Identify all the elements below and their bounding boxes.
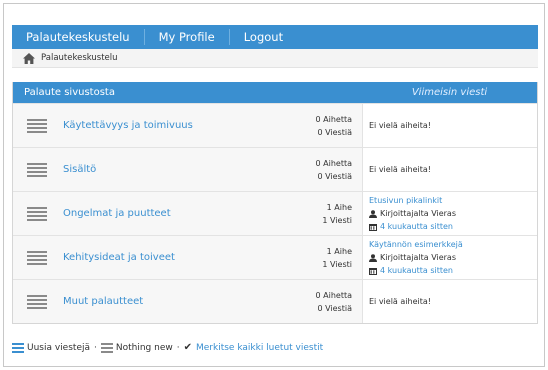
last-post-time-link[interactable]: 4 kuukautta sitten <box>380 222 453 231</box>
user-icon <box>369 209 377 218</box>
forum-header-title: Palaute sivustosta <box>24 87 115 98</box>
forum-header: Palaute sivustosta Viimeisin viesti <box>13 82 537 103</box>
no-topics-text: Ei vielä aiheita! <box>369 297 431 306</box>
last-post-cell: Ei vielä aiheita! <box>362 148 537 191</box>
nav-link-logout[interactable]: Logout <box>230 25 297 49</box>
nav-link-my-profile[interactable]: My Profile <box>145 25 229 49</box>
top-navbar: Palautekeskustelu My Profile Logout <box>12 25 538 49</box>
forum-list-icon <box>27 162 47 177</box>
calendar-icon <box>369 223 377 231</box>
breadcrumb-item-forum[interactable]: Palautekeskustelu <box>41 53 118 63</box>
forum-stats: 1 Aihe 1 Viesti <box>302 201 362 227</box>
new-posts-icon <box>12 342 24 353</box>
legend-new-posts: Uusia viestejä <box>27 342 90 353</box>
last-post-cell: Ei vielä aiheita! <box>362 280 537 323</box>
forum-stats: 0 Aihetta 0 Viestiä <box>302 157 362 183</box>
last-post-time: 4 kuukautta sitten <box>369 264 537 277</box>
forum-list-icon <box>27 118 47 133</box>
forum-title-link[interactable]: Muut palautteet <box>63 296 302 307</box>
forum-header-last-post: Viimeisin viesti <box>411 87 488 98</box>
calendar-icon <box>369 267 377 275</box>
last-topic-link[interactable]: Käytännön esimerkkejä <box>369 238 537 251</box>
forum-row-main: Ongelmat ja puutteet 1 Aihe 1 Viesti <box>13 192 362 235</box>
forum-list-icon <box>27 206 47 221</box>
author-name: Kirjoittajalta Vieras <box>380 209 457 218</box>
post-count: 1 Viesti <box>322 259 352 269</box>
last-post-author: Kirjoittajalta Vieras <box>369 251 537 264</box>
last-post-time-link[interactable]: 4 kuukautta sitten <box>380 266 453 275</box>
last-post-author: Kirjoittajalta Vieras <box>369 207 537 220</box>
topic-count: 1 Aihe <box>326 202 352 212</box>
forum-row-main: Käytettävyys ja toimivuus 0 Aihetta 0 Vi… <box>13 104 362 147</box>
legend-nothing-new: Nothing new <box>115 342 173 353</box>
mark-all-read-link[interactable]: Merkitse kaikki luetut viestit <box>196 343 323 353</box>
breadcrumb: Palautekeskustelu <box>12 49 538 68</box>
forum-row: Ongelmat ja puutteet 1 Aihe 1 Viesti Etu… <box>13 191 537 235</box>
last-topic-link[interactable]: Etusivun pikalinkit <box>369 194 537 207</box>
post-count: 0 Viestiä <box>317 127 352 137</box>
forum-stats: 1 Aihe 1 Viesti <box>302 245 362 271</box>
last-post-cell: Käytännön esimerkkejä Kirjoittajalta Vie… <box>362 236 537 279</box>
forum-stats: 0 Aihetta 0 Viestiä <box>302 113 362 139</box>
forum-row-main: Kehitysideat ja toiveet 1 Aihe 1 Viesti <box>13 236 362 279</box>
forum-row: Kehitysideat ja toiveet 1 Aihe 1 Viesti … <box>13 235 537 279</box>
nav-link-forum[interactable]: Palautekeskustelu <box>12 25 144 49</box>
nothing-new-icon <box>100 342 113 353</box>
last-post-cell: Ei vielä aiheita! <box>362 104 537 147</box>
forum-table: Palaute sivustosta Viimeisin viesti Käyt… <box>12 82 538 324</box>
author-name: Kirjoittajalta Vieras <box>380 253 457 262</box>
legend-separator: · <box>94 342 97 353</box>
post-count: 1 Viesti <box>322 215 352 225</box>
no-topics-text: Ei vielä aiheita! <box>369 165 431 174</box>
forum-list-icon <box>27 250 47 265</box>
forum-title-link[interactable]: Sisältö <box>63 164 302 175</box>
forum-list-icon <box>27 294 47 309</box>
topic-count: 0 Aihetta <box>315 290 353 300</box>
user-icon <box>369 253 377 262</box>
forum-row: Muut palautteet 0 Aihetta 0 Viestiä Ei v… <box>13 279 537 323</box>
home-icon[interactable] <box>23 52 35 64</box>
forum-row: Sisältö 0 Aihetta 0 Viestiä Ei vielä aih… <box>13 147 537 191</box>
topic-count: 1 Aihe <box>326 246 352 256</box>
forum-row-main: Sisältö 0 Aihetta 0 Viestiä <box>13 148 362 191</box>
forum-stats: 0 Aihetta 0 Viestiä <box>302 289 362 315</box>
no-topics-text: Ei vielä aiheita! <box>369 121 431 130</box>
post-count: 0 Viestiä <box>317 171 352 181</box>
forum-title-link[interactable]: Ongelmat ja puutteet <box>63 208 302 219</box>
forum-title-link[interactable]: Käytettävyys ja toimivuus <box>63 120 302 131</box>
forum-legend: Uusia viestejä · Nothing new · ✔ Merkits… <box>12 342 323 353</box>
forum-row: Käytettävyys ja toimivuus 0 Aihetta 0 Vi… <box>13 103 537 147</box>
forum-row-main: Muut palautteet 0 Aihetta 0 Viestiä <box>13 280 362 323</box>
checkmark-icon: ✔ <box>183 342 192 353</box>
forum-title-link[interactable]: Kehitysideat ja toiveet <box>63 252 302 263</box>
last-post-cell: Etusivun pikalinkit Kirjoittajalta Viera… <box>362 192 537 235</box>
post-count: 0 Viestiä <box>317 303 352 313</box>
topic-count: 0 Aihetta <box>315 158 353 168</box>
topic-count: 0 Aihetta <box>315 114 353 124</box>
legend-separator: · <box>176 342 180 353</box>
last-post-time: 4 kuukautta sitten <box>369 220 537 233</box>
